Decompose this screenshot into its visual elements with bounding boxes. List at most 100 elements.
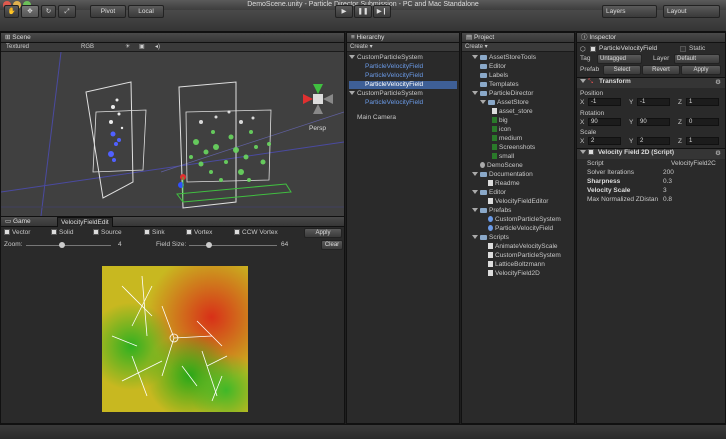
field-size-value[interactable]: 64 bbox=[281, 241, 288, 248]
vortex-checkbox[interactable] bbox=[186, 229, 192, 236]
position-x-field[interactable]: -1 bbox=[588, 98, 621, 106]
project-item[interactable]: AssetStoreTools bbox=[472, 54, 536, 62]
hierarchy-item-selected[interactable]: ParticleVelocityField bbox=[349, 81, 457, 89]
max-z-distance-field[interactable]: 0.8 bbox=[663, 196, 672, 203]
project-tab[interactable]: ▤ Project bbox=[462, 33, 574, 43]
shading-dropdown[interactable]: Textured bbox=[6, 43, 29, 52]
project-item[interactable]: VelocityFieldEditor bbox=[488, 198, 548, 206]
script-enabled-checkbox[interactable] bbox=[588, 149, 594, 156]
move-tool-icon[interactable]: ✥ bbox=[21, 5, 39, 18]
scene-viewport[interactable]: Persp bbox=[1, 52, 344, 216]
project-item[interactable]: Templates bbox=[480, 81, 519, 89]
inspector-tab[interactable]: ⓘ Inspector bbox=[577, 33, 725, 43]
field-size-slider[interactable] bbox=[189, 245, 277, 246]
image-icon[interactable]: ▣ bbox=[139, 43, 145, 52]
position-y-field[interactable]: -1 bbox=[637, 98, 670, 106]
hierarchy-item[interactable]: ParticleVelocityField bbox=[365, 99, 423, 107]
render-mode-dropdown[interactable]: RGB bbox=[81, 43, 94, 52]
zoom-slider[interactable] bbox=[26, 245, 111, 246]
lighting-icon[interactable]: ☀ bbox=[125, 43, 130, 52]
toggle-vector[interactable]: Vector bbox=[4, 229, 30, 236]
rotate-tool-icon[interactable]: ↻ bbox=[41, 5, 56, 18]
project-item[interactable]: small bbox=[492, 153, 514, 161]
zoom-value[interactable]: 4 bbox=[118, 241, 122, 248]
field-size-slider-thumb[interactable] bbox=[206, 242, 212, 248]
hierarchy-item[interactable]: CustomParticleSystem bbox=[349, 54, 457, 62]
script-reference-field[interactable]: VelocityField2C bbox=[671, 160, 716, 167]
solver-iterations-field[interactable]: 200 bbox=[663, 169, 674, 176]
pause-button[interactable]: ❚❚ bbox=[354, 5, 372, 18]
project-item[interactable]: Labels bbox=[480, 72, 508, 80]
zoom-slider-thumb[interactable] bbox=[59, 242, 65, 248]
scale-tool-icon[interactable]: ⤢ bbox=[58, 5, 76, 18]
project-item[interactable]: Documentation bbox=[472, 171, 533, 179]
prefab-select-button[interactable]: Select bbox=[603, 65, 641, 75]
hand-tool-icon[interactable]: ✋ bbox=[4, 5, 19, 18]
project-item[interactable]: Screenshots bbox=[492, 144, 535, 152]
toggle-ccw-vortex[interactable]: CCW Vortex bbox=[234, 229, 278, 236]
vector-checkbox[interactable] bbox=[4, 229, 10, 236]
hierarchy-create-dropdown[interactable]: Create ▾ bbox=[347, 43, 459, 52]
tag-dropdown[interactable]: Untagged bbox=[597, 54, 642, 64]
step-button[interactable]: ▶❙ bbox=[373, 5, 391, 18]
ccw-vortex-checkbox[interactable] bbox=[234, 229, 240, 236]
project-item[interactable]: ParticleVelocityField bbox=[488, 225, 553, 233]
scene-tab[interactable]: ⊞ Scene bbox=[1, 33, 344, 43]
solid-checkbox[interactable] bbox=[51, 229, 57, 236]
project-item[interactable]: Readme bbox=[488, 180, 520, 188]
toggle-vortex[interactable]: Vortex bbox=[186, 229, 212, 236]
hierarchy-item[interactable]: Main Camera bbox=[357, 114, 396, 122]
velocity-scale-field[interactable]: 3 bbox=[663, 187, 667, 194]
project-item[interactable]: CustomParticleSystem bbox=[488, 216, 561, 224]
project-item[interactable]: AssetStore bbox=[480, 99, 529, 107]
project-item[interactable]: CustomParticleSystem bbox=[488, 252, 561, 260]
project-create-dropdown[interactable]: Create ▾ bbox=[462, 43, 574, 52]
toggle-source[interactable]: Source bbox=[93, 229, 122, 236]
transform-header[interactable]: ⤡ Transform ⚙ bbox=[577, 77, 725, 88]
project-item[interactable]: medium bbox=[492, 135, 522, 143]
hierarchy-tab[interactable]: ≡ Hierarchy bbox=[347, 33, 459, 43]
game-tab[interactable]: ▭ Game bbox=[5, 217, 31, 227]
project-item[interactable]: big bbox=[492, 117, 508, 125]
project-item[interactable]: Editor bbox=[472, 189, 506, 197]
script-component-header[interactable]: Velocity Field 2D (Script) ⚙ bbox=[577, 148, 725, 159]
position-z-field[interactable]: 1 bbox=[686, 98, 719, 106]
project-item[interactable]: LatticeBoltzmann bbox=[488, 261, 545, 269]
static-checkbox[interactable] bbox=[680, 46, 686, 52]
source-checkbox[interactable] bbox=[93, 229, 99, 236]
project-item[interactable]: Editor bbox=[480, 63, 506, 71]
component-settings-icon[interactable]: ⚙ bbox=[715, 78, 721, 86]
scale-y-field[interactable]: 2 bbox=[637, 137, 670, 145]
object-name-field[interactable]: ParticleVelocityField bbox=[599, 45, 657, 52]
active-checkbox[interactable] bbox=[590, 46, 596, 52]
prefab-apply-button[interactable]: Apply bbox=[681, 65, 721, 75]
toggle-sink[interactable]: Sink bbox=[144, 229, 165, 236]
project-item[interactable]: ParticleDirector bbox=[472, 90, 533, 98]
layers-dropdown[interactable]: Layers bbox=[602, 5, 657, 18]
prefab-revert-button[interactable]: Revert bbox=[642, 65, 680, 75]
project-item[interactable]: Scripts bbox=[472, 234, 509, 242]
project-item[interactable]: AnimateVelocityScale bbox=[488, 243, 558, 251]
hierarchy-item[interactable]: ParticleVelocityField bbox=[365, 72, 423, 80]
project-item[interactable]: icon bbox=[492, 126, 511, 134]
apply-button[interactable]: Apply bbox=[304, 228, 342, 238]
project-item[interactable]: asset_store bbox=[492, 108, 533, 116]
rotation-x-field[interactable]: 90 bbox=[588, 118, 621, 126]
scale-x-field[interactable]: 2 bbox=[588, 137, 621, 145]
play-button[interactable]: ▶ bbox=[335, 5, 353, 18]
scale-z-field[interactable]: 1 bbox=[686, 137, 719, 145]
pivot-toggle[interactable]: Pivot bbox=[90, 5, 126, 18]
sharpness-field[interactable]: 0.3 bbox=[663, 178, 672, 185]
component-settings-icon[interactable]: ⚙ bbox=[715, 149, 721, 157]
project-item[interactable]: Prefabs bbox=[472, 207, 511, 215]
sink-checkbox[interactable] bbox=[144, 229, 150, 236]
layout-dropdown[interactable]: Layout bbox=[663, 5, 720, 18]
rotation-y-field[interactable]: 90 bbox=[637, 118, 670, 126]
toggle-solid[interactable]: Solid bbox=[51, 229, 73, 236]
audio-icon[interactable]: ◂) bbox=[155, 43, 160, 52]
rotation-z-field[interactable]: 0 bbox=[686, 118, 719, 126]
hierarchy-item[interactable]: ParticleVelocityField bbox=[365, 63, 423, 71]
velocity-field-edit-tab[interactable]: VelocityFieldEdit bbox=[57, 217, 113, 227]
project-item[interactable]: VelocityField2D bbox=[488, 270, 540, 278]
clear-button[interactable]: Clear bbox=[321, 240, 343, 250]
